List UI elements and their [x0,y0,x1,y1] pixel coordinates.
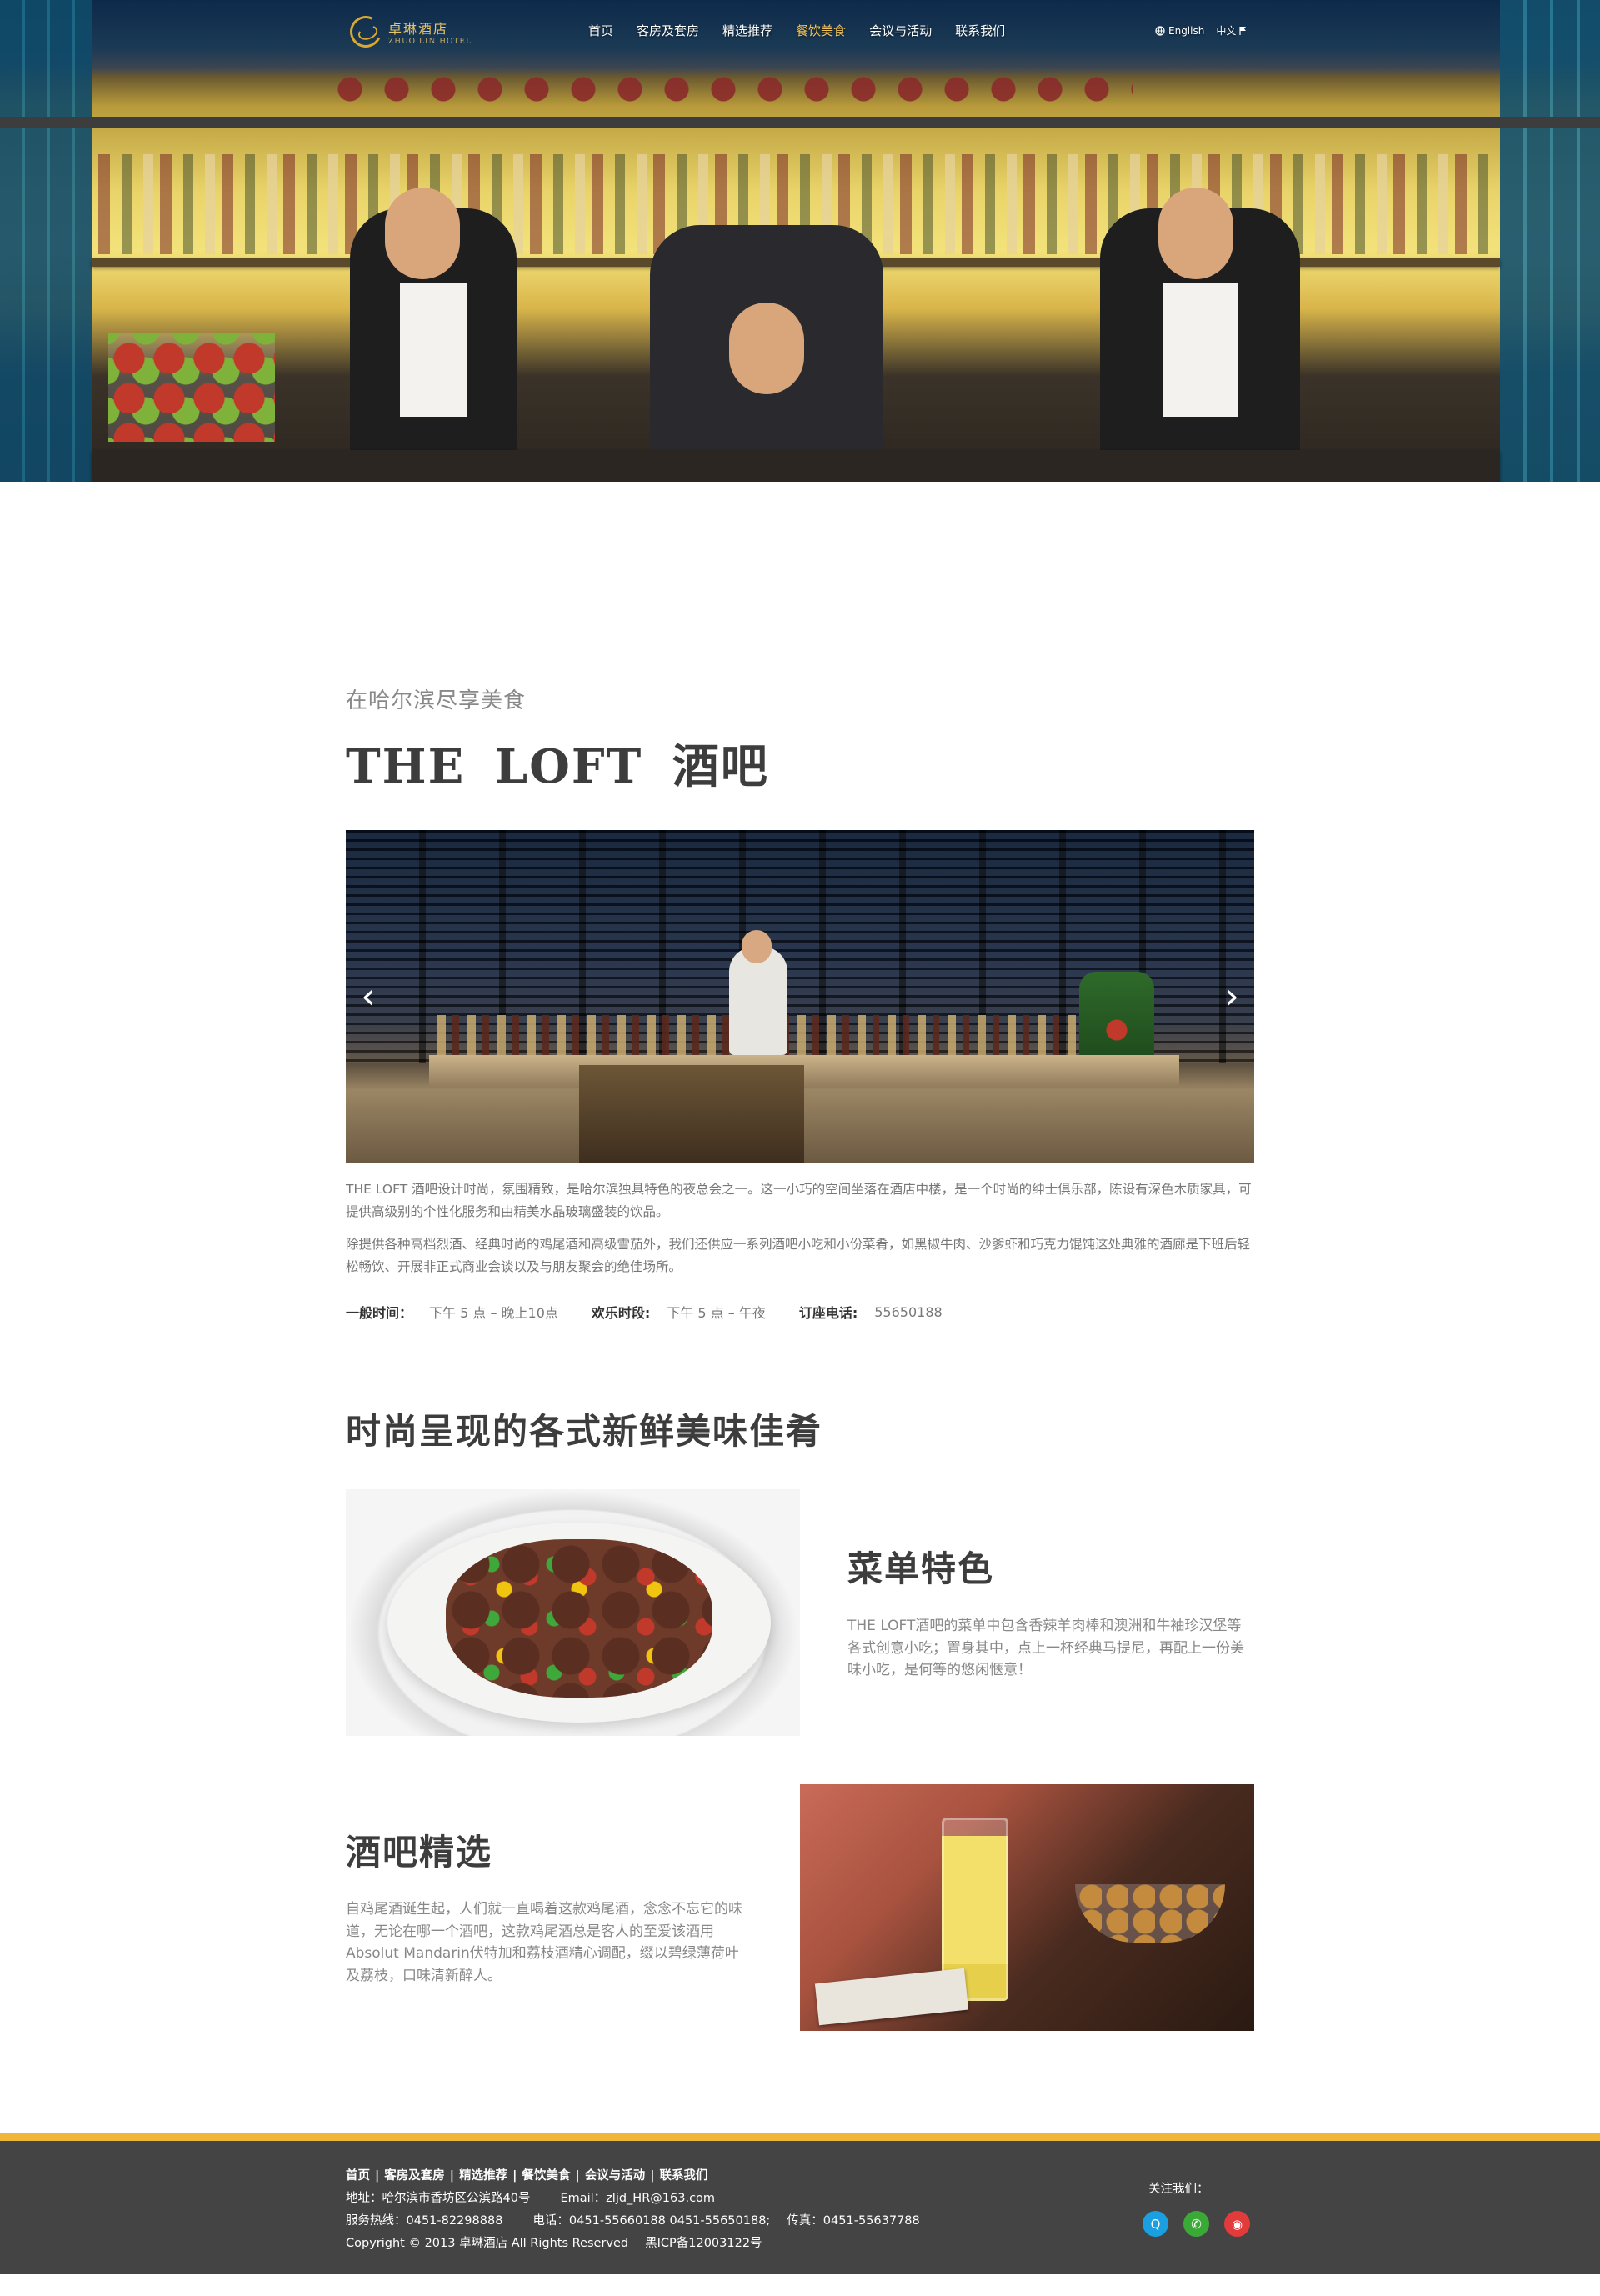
footer-phone: 电话：0451-55660188 0451-55650188; [532,2214,771,2228]
footer-hotline: 服务热线：0451-82298888 [346,2214,503,2228]
lang-en-label: English [1168,24,1205,37]
bartender-right-head [1158,188,1233,279]
bar-counter [92,450,1500,482]
logo-icon [345,11,387,53]
window-right [1500,0,1600,482]
slider-next-button[interactable]: › [1219,978,1244,1015]
footer-copyright-line: Copyright © 2013 卓琳酒店 All Rights Reserve… [346,2233,762,2251]
section-title: 时尚呈现的各式新鲜美味佳肴 [346,1411,823,1452]
flag-icon [1239,26,1247,35]
logo-name: 卓琳酒店 [388,21,449,37]
feature-menu-title: 菜单特色 [848,1548,995,1589]
opening-info: 一般时间： 下午 5 点 – 晚上10点 欢乐时段: 下午 5 点 – 午夜 订… [346,1302,1254,1322]
slider-counter [429,1055,1179,1088]
nav-contact[interactable]: 联系我们 [955,22,1005,39]
slider-bartender-head [742,930,772,963]
photo-prints [814,1968,969,2026]
footer-fax: 传真：0451-55637788 [787,2214,920,2228]
feature-menu: 菜单特色 THE LOFT酒吧的菜单中包含香辣羊肉棒和澳洲和牛袖珍汉堡等各式创意… [346,1489,1254,1736]
lang-cn-label: 中文 [1216,25,1237,37]
info-phone-value: 55650188 [874,1303,942,1320]
feature-drinks-title: 酒吧精选 [346,1832,493,1873]
feature-menu-text: THE LOFT酒吧的菜单中包含香辣羊肉棒和澳洲和牛袖珍汉堡等各式创意小吃；置身… [848,1618,1244,1678]
info-phone-label: 订座电话: [798,1305,858,1321]
photo-slider: ‹ › [346,830,1254,1163]
footer-address: 地址：哈尔滨市香坊区公滨路40号 [346,2192,531,2205]
hero-banner: 卓琳酒店 ZHUO LIN HOTEL 首页 客房及套房 精选推荐 餐饮美食 会… [0,0,1600,482]
footer-email: Email：zljd_HR@163.com [560,2192,716,2205]
feature-drinks: 酒吧精选 自鸡尾酒诞生起，人们就一直喝着这款鸡尾酒，念念不忘它的味道，无论在哪一… [346,1784,1254,2031]
bartender-right-shirt [1162,283,1238,417]
info-hours-value: 下午 5 点 – 晚上10点 [429,1305,558,1321]
bar-frame [0,117,1600,128]
feature-drinks-text: 自鸡尾酒诞生起，人们就一直喝着这款鸡尾酒，念念不忘它的味道，无论在哪一个酒吧，这… [346,1901,742,1984]
footer-link-rooms[interactable]: 客房及套房 [384,2169,445,2183]
bar-jars [333,68,1133,110]
language-switch: English 中文 [1155,23,1248,38]
food-image [346,1489,800,1736]
footer-link-featured[interactable]: 精选推荐 [459,2169,508,2183]
page-subtitle: 在哈尔滨尽享美食 [346,688,527,713]
description-paragraph-1: THE LOFT 酒吧设计时尚，氛围精致，是哈尔滨独具特色的夜总会之一。这一小巧… [346,1182,1252,1219]
lang-en[interactable]: English [1155,23,1204,38]
slider-prev-button[interactable]: ‹ [356,978,381,1015]
wechat-icon[interactable]: ✆ [1183,2211,1209,2237]
slider-flower [1079,972,1154,1063]
weibo-icon[interactable]: ◉ [1224,2211,1250,2237]
info-happyhour-label: 欢乐时段: [591,1305,651,1321]
footer-links: 首页 | 客房及套房 | 精选推荐 | 餐饮美食 | 会议与活动 | 联系我们 [346,2169,708,2183]
info-happyhour-value: 下午 5 点 – 午夜 [667,1305,766,1321]
logo-subtitle: ZHUO LIN HOTEL [388,38,472,46]
bartender-left-shirt [400,283,467,417]
follow-label: 关注我们： [1148,2183,1209,2196]
footer-link-meetings[interactable]: 会议与活动 [585,2169,646,2183]
info-hours-label: 一般时间： [346,1305,413,1321]
fruit-display [108,333,275,442]
nav-featured[interactable]: 精选推荐 [722,22,772,39]
beef-dish [446,1539,712,1698]
footer-link-dining[interactable]: 餐饮美食 [522,2169,570,2183]
drink-image [800,1784,1254,2031]
footer-copyright: Copyright © 2013 卓琳酒店 All Rights Reserve… [346,2237,629,2250]
lang-cn[interactable]: 中文 [1216,23,1248,38]
main-content: 在哈尔滨尽享美食 THE LOFT 酒吧 ‹ › THE LOFT 酒吧设计时尚… [346,683,1254,2031]
bartender-left-head [385,188,460,279]
globe-icon [1155,25,1165,36]
footer-link-home[interactable]: 首页 [346,2169,370,2183]
nav-rooms[interactable]: 客房及套房 [637,22,699,39]
nav-home[interactable]: 首页 [588,22,613,39]
footer-icp: 黑ICP备12003122号 [645,2237,762,2250]
page-title: THE LOFT 酒吧 [346,739,769,794]
nav-dining[interactable]: 餐饮美食 [796,22,846,39]
description-paragraph-2: 除提供各种高档烈酒、经典时尚的鸡尾酒和高级雪茄外，我们还供应一系列酒吧小吃和小份… [346,1237,1251,1274]
hotel-logo[interactable]: 卓琳酒店 ZHUO LIN HOTEL [345,11,517,53]
nav-meetings[interactable]: 会议与活动 [869,22,932,39]
qq-icon[interactable]: Q [1142,2211,1168,2237]
footer-link-contact[interactable]: 联系我们 [659,2169,708,2183]
footer-phone-line: 服务热线：0451-82298888 电话：0451-55660188 0451-… [346,2211,920,2228]
bartender-center-head [729,303,804,394]
top-navigation: 卓琳酒店 ZHUO LIN HOTEL 首页 客房及套房 精选推荐 餐饮美食 会… [0,0,1600,67]
window-left [0,0,92,482]
social-icons: Q ✆ ◉ [1142,2211,1250,2237]
bar-description: THE LOFT 酒吧设计时尚，氛围精致，是哈尔滨独具特色的夜总会之一。这一小巧… [346,1178,1254,1278]
footer-address-line: 地址：哈尔滨市香坊区公滨路40号 Email：zljd_HR@163.com [346,2188,715,2206]
main-nav: 首页 客房及套房 精选推荐 餐饮美食 会议与活动 联系我们 [588,22,1028,39]
slider-counter-front [579,1065,804,1163]
snack-bowl [1075,1884,1225,1943]
site-footer: 首页 | 客房及套房 | 精选推荐 | 餐饮美食 | 会议与活动 | 联系我们 地址：哈尔滨市香坊区… [0,2133,1600,2274]
